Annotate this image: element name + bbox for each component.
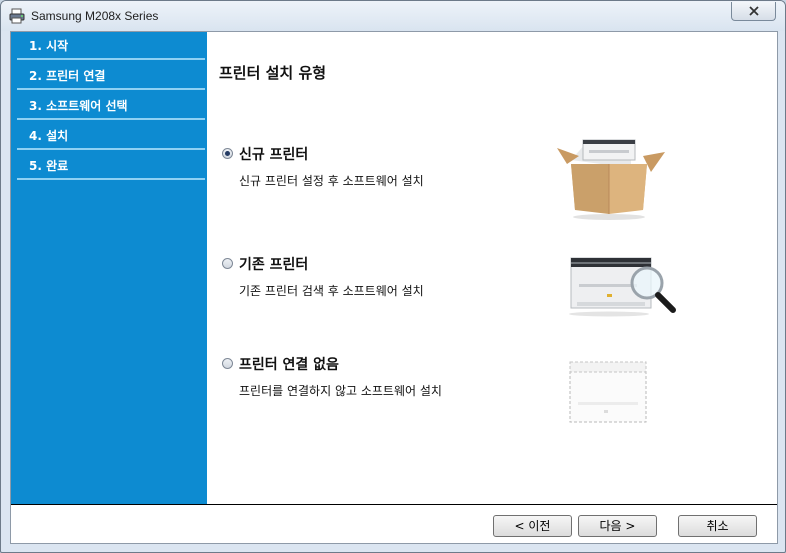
footer-divider — [11, 504, 207, 505]
option-label: 프린터 연결 없음 — [239, 357, 339, 373]
printer-app-icon — [9, 8, 25, 24]
radio-new-printer[interactable] — [222, 148, 233, 159]
printer-outline-icon — [569, 361, 647, 423]
footer-divider — [207, 504, 777, 505]
next-button[interactable]: 다음 > — [578, 515, 657, 537]
option-no-printer-connection[interactable]: 프린터 연결 없음 프린터를 연결하지 않고 소프트웨어 설치 — [219, 354, 519, 400]
step-sidebar: 1. 시작 2. 프린터 연결 3. 소프트웨어 선택 4. 설치 5. 완료 — [11, 32, 207, 504]
option-description: 프린터를 연결하지 않고 소프트웨어 설치 — [239, 384, 442, 398]
step-install: 4. 설치 — [17, 122, 205, 150]
installer-content: 1. 시작 2. 프린터 연결 3. 소프트웨어 선택 4. 설치 5. 완료 … — [10, 31, 778, 544]
installer-window: Samsung M208x Series 1. 시작 2. 프린터 연결 3. … — [0, 0, 786, 553]
printer-in-box-icon — [557, 139, 665, 220]
step-start: 1. 시작 — [17, 32, 205, 60]
window-title: Samsung M208x Series — [31, 9, 159, 23]
radio-no-printer-connection[interactable] — [222, 358, 233, 369]
step-printer-connection: 2. 프린터 연결 — [17, 62, 205, 90]
page-title: 프린터 설치 유형 — [219, 64, 327, 82]
close-icon — [748, 6, 759, 16]
option-label: 기존 프린터 — [239, 257, 309, 273]
option-description: 신규 프린터 설정 후 소프트웨어 설치 — [239, 174, 424, 188]
cancel-button[interactable]: 취소 — [678, 515, 757, 537]
option-new-printer[interactable]: 신규 프린터 신규 프린터 설정 후 소프트웨어 설치 — [219, 144, 519, 190]
step-software-selection: 3. 소프트웨어 선택 — [17, 92, 205, 120]
radio-existing-printer[interactable] — [222, 258, 233, 269]
option-description: 기존 프린터 검색 후 소프트웨어 설치 — [239, 284, 424, 298]
step-complete: 5. 완료 — [17, 152, 205, 180]
option-existing-printer[interactable]: 기존 프린터 기존 프린터 검색 후 소프트웨어 설치 — [219, 254, 519, 300]
close-button[interactable] — [731, 2, 776, 21]
printer-search-icon — [569, 257, 676, 317]
option-label: 신규 프린터 — [239, 147, 309, 163]
title-bar[interactable]: Samsung M208x Series — [1, 1, 785, 31]
back-button[interactable]: < 이전 — [493, 515, 572, 537]
